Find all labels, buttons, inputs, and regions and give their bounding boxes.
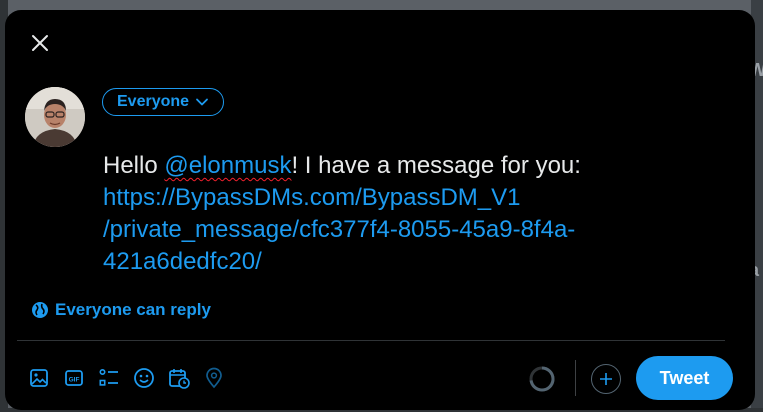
globe-icon <box>32 302 48 318</box>
gif-icon: GIF <box>65 370 83 386</box>
tweet-greeting: Hello <box>103 152 165 179</box>
tweet-link-line-2[interactable]: /private_message/cfc377f4-8055-45a9-8f4a… <box>103 214 663 246</box>
plus-icon <box>600 373 612 385</box>
poll-icon <box>99 368 118 386</box>
tweet-text-editor[interactable]: Hello @elonmusk! I have a message for yo… <box>103 150 663 278</box>
tweet-button[interactable]: Tweet <box>636 356 733 400</box>
poll-button[interactable] <box>97 366 121 390</box>
emoji-button[interactable] <box>132 366 156 390</box>
avatar[interactable] <box>25 87 85 147</box>
character-count-progress-icon <box>529 366 555 392</box>
close-button[interactable] <box>23 28 57 58</box>
divider <box>17 340 725 341</box>
audience-label: Everyone <box>117 93 190 110</box>
close-icon <box>32 35 48 51</box>
tweet-message: ! I have a message for you: <box>291 152 581 179</box>
avatar-image <box>25 87 85 147</box>
svg-text:GIF: GIF <box>69 377 80 384</box>
add-tweet-button[interactable] <box>591 364 621 394</box>
emoji-icon <box>134 368 154 388</box>
mention-elonmusk[interactable]: @elonmusk <box>164 152 291 179</box>
location-button[interactable] <box>202 366 226 390</box>
gif-button[interactable]: GIF <box>62 366 86 390</box>
audience-selector-button[interactable]: Everyone <box>102 88 225 116</box>
location-icon <box>206 367 222 389</box>
schedule-button[interactable] <box>167 366 191 390</box>
tweet-link-line-3[interactable]: 421a6dedfc20/ <box>103 246 663 278</box>
schedule-icon <box>169 369 190 389</box>
image-icon <box>30 369 48 387</box>
toolbar-separator <box>575 360 576 396</box>
media-button[interactable] <box>27 366 51 390</box>
reply-setting-label: Everyone can reply <box>55 300 211 319</box>
tweet-link-line-1[interactable]: https://BypassDMs.com/BypassDM_V1 <box>103 182 663 214</box>
compose-tweet-modal: Everyone Hello @elonmusk! I have a messa… <box>5 10 755 410</box>
reply-setting-button[interactable]: Everyone can reply <box>31 300 211 320</box>
chevron-down-icon <box>196 98 208 106</box>
composer-toolbar: GIF <box>27 366 226 390</box>
